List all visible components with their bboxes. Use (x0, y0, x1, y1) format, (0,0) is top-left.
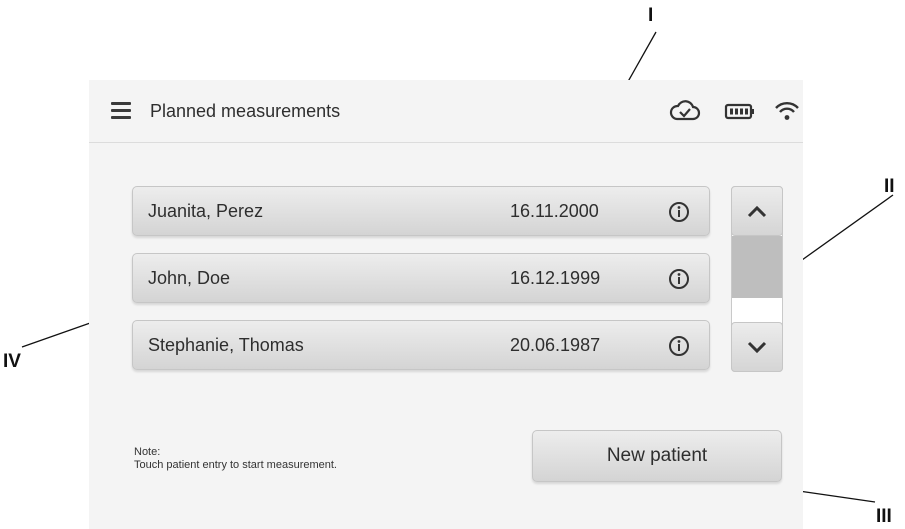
chevron-down-icon (747, 341, 767, 354)
new-patient-button[interactable]: New patient (532, 430, 782, 482)
cloud-check-icon (669, 100, 701, 121)
note-block: Note: Touch patient entry to start measu… (134, 446, 337, 472)
page-title: Planned measurements (150, 101, 341, 121)
note-text: Touch patient entry to start measurement… (134, 459, 337, 471)
callout-label-iii: III (876, 506, 892, 527)
callout-label-ii: II (884, 176, 895, 197)
chevron-up-icon (747, 205, 767, 218)
scrollbar-thumb[interactable] (732, 236, 782, 298)
patient-name: Stephanie, Thomas (148, 335, 304, 355)
patient-row-stephanie-thomas[interactable]: Stephanie, Thomas 20.06.1987 (132, 320, 710, 370)
scroll-down-button[interactable] (731, 322, 783, 372)
info-icon[interactable] (668, 268, 690, 290)
device-screen: Planned measurements Juanita, Perez 16.1… (89, 80, 803, 529)
info-icon[interactable] (668, 201, 690, 223)
info-icon[interactable] (668, 335, 690, 357)
patient-birthdate: 16.12.1999 (510, 268, 601, 288)
wifi-icon (775, 102, 799, 120)
patient-name: Juanita, Perez (148, 201, 264, 221)
callout-label-i: I (648, 5, 654, 26)
patient-row-john-doe[interactable]: John, Doe 16.12.1999 (132, 253, 710, 303)
hamburger-menu-icon[interactable] (111, 102, 131, 119)
patient-birthdate: 16.11.2000 (510, 201, 599, 221)
scroll-up-button[interactable] (731, 186, 783, 236)
patient-name: John, Doe (148, 268, 231, 288)
patient-birthdate: 20.06.1987 (510, 335, 601, 355)
battery-icon (724, 103, 754, 120)
header-bar: Planned measurements (89, 80, 803, 143)
note-heading: Note: (134, 446, 161, 458)
patient-row-juanita-perez[interactable]: Juanita, Perez 16.11.2000 (132, 186, 710, 236)
callout-label-iv: IV (3, 351, 21, 372)
